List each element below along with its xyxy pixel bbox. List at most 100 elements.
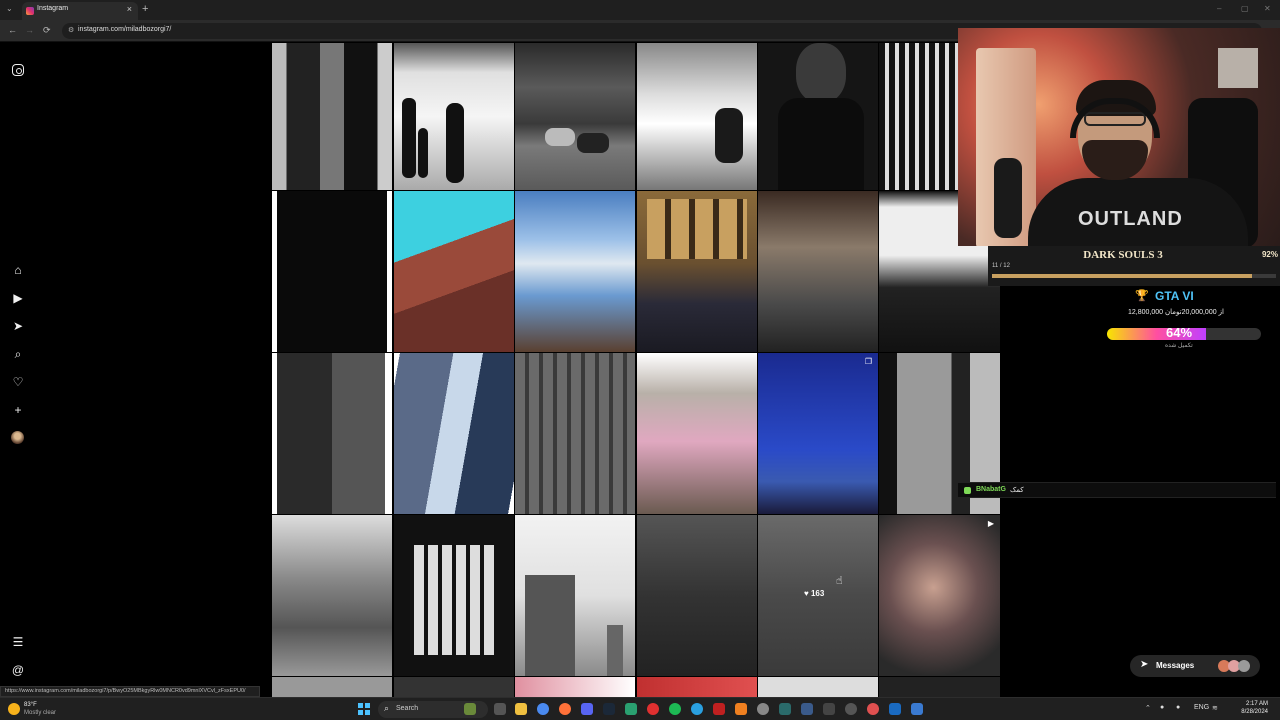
post-thumbnail[interactable] — [637, 191, 757, 352]
post-thumbnail[interactable]: ❐ — [758, 353, 878, 514]
reload-button[interactable]: ⟳ — [43, 25, 51, 36]
app-icon[interactable] — [625, 703, 637, 715]
app-icon[interactable] — [647, 703, 659, 715]
tray-mic-icon[interactable]: ● — [1176, 704, 1180, 711]
search-highlight-icon — [464, 703, 476, 715]
settings-icon[interactable] — [823, 703, 835, 715]
back-button[interactable]: ← — [8, 25, 17, 35]
app-icon[interactable] — [713, 703, 725, 715]
messages-label: Messages — [1156, 661, 1195, 670]
tray-chevron-icon[interactable]: ⌃ — [1145, 704, 1151, 712]
post-thumbnail[interactable] — [637, 43, 757, 190]
post-thumbnail[interactable] — [879, 677, 1000, 697]
threads-icon[interactable]: @ — [11, 663, 25, 677]
post-thumbnail[interactable] — [394, 677, 514, 697]
post-thumbnail[interactable] — [637, 677, 757, 697]
post-thumbnail[interactable] — [394, 43, 514, 190]
app-icon[interactable] — [867, 703, 879, 715]
direct-messages-icon[interactable]: ➤ — [11, 319, 25, 333]
app-icon[interactable] — [845, 703, 857, 715]
telegram-icon[interactable] — [691, 703, 703, 715]
webcam-overlay: OUTLAND — [958, 28, 1280, 246]
post-thumbnail[interactable] — [272, 677, 392, 697]
like-count: 163 — [810, 589, 825, 598]
post-thumbnail[interactable] — [272, 515, 392, 676]
clock-time: 2:17 AM — [1245, 701, 1268, 707]
game-progress-bar — [992, 274, 1276, 278]
app-icon[interactable] — [801, 703, 813, 715]
status-url: https://www.instagram.com/miladbozorgi7/… — [5, 688, 246, 694]
reel-icon: ▶ — [987, 519, 994, 528]
app-icon[interactable] — [779, 703, 791, 715]
streamer-beard — [1082, 140, 1148, 180]
instagram-logo-icon[interactable] — [12, 64, 24, 76]
spotify-icon[interactable] — [669, 703, 681, 715]
network-icon[interactable]: ≋ — [1212, 704, 1218, 712]
new-tab-button[interactable]: + — [142, 3, 148, 15]
app-icon[interactable] — [889, 703, 901, 715]
game-percent: 92% — [1261, 250, 1278, 259]
stream-chat-line: BNabatG کمک — [958, 482, 1276, 498]
post-thumbnail[interactable] — [758, 191, 878, 352]
weather-temp: 83°F — [24, 702, 37, 708]
reels-icon[interactable]: ▶ — [11, 291, 25, 305]
create-plus-icon[interactable]: + — [11, 403, 25, 417]
goal-percent: 64% — [1166, 325, 1193, 340]
close-window-button[interactable]: ✕ — [1264, 4, 1271, 13]
forward-button[interactable]: → — [25, 25, 34, 35]
language-indicator[interactable]: ENG — [1194, 704, 1209, 711]
post-thumbnail[interactable] — [515, 515, 635, 676]
tab-instagram[interactable]: Instagram × — [22, 2, 138, 20]
post-thumbnail[interactable] — [637, 515, 757, 676]
url-text: instagram.com/miladbozorgi7/ — [78, 26, 172, 33]
hover-like-count: ♥ 163 — [804, 589, 825, 598]
game-progress-overlay: DARK SOULS 3 92% 11 / 12 — [988, 246, 1280, 286]
firefox-icon[interactable] — [559, 703, 571, 715]
post-thumbnail[interactable] — [272, 43, 392, 190]
task-view-icon[interactable] — [494, 703, 506, 715]
app-icon[interactable] — [757, 703, 769, 715]
steam-icon[interactable] — [603, 703, 615, 715]
site-info-icon[interactable]: ⚙ — [68, 26, 74, 34]
post-thumbnail[interactable] — [272, 191, 392, 352]
tab-close-icon[interactable]: × — [127, 4, 132, 14]
profile-post-grid: ❐ ▶ — [272, 43, 1000, 697]
post-thumbnail[interactable] — [272, 353, 392, 514]
search-icon[interactable]: ⌕ — [11, 347, 25, 361]
goal-emoji-icon: 🏆 — [1135, 290, 1149, 302]
post-thumbnail[interactable] — [515, 191, 635, 352]
profile-avatar[interactable] — [11, 431, 24, 444]
start-windows-icon[interactable] — [358, 703, 370, 715]
messages-button[interactable]: ➤ Messages — [1130, 655, 1260, 677]
link-status-bar: https://www.instagram.com/miladbozorgi7/… — [0, 686, 260, 697]
discord-icon[interactable] — [581, 703, 593, 715]
post-thumbnail[interactable] — [758, 43, 878, 190]
shirt-text: OUTLAND — [1078, 208, 1183, 230]
app-icon[interactable] — [911, 703, 923, 715]
weather-desc: Mostly clear — [24, 710, 57, 716]
post-thumbnail[interactable] — [515, 677, 635, 697]
notifications-heart-icon[interactable]: ♡ — [11, 375, 25, 389]
tray-app-icon[interactable]: ● — [1160, 704, 1164, 711]
tab-search-icon[interactable]: ⌄ — [6, 4, 13, 13]
post-thumbnail[interactable] — [394, 191, 514, 352]
taskbar-clock[interactable]: 2:17 AM 8/28/2024 — [1226, 700, 1268, 716]
more-menu-icon[interactable]: ☰ — [11, 635, 25, 649]
file-explorer-icon[interactable] — [515, 703, 527, 715]
maximize-button[interactable]: ▢ — [1241, 4, 1249, 13]
minimize-button[interactable]: – — [1217, 4, 1221, 13]
chat-username: BNabatG — [976, 486, 1006, 493]
post-thumbnail[interactable] — [515, 43, 635, 190]
post-thumbnail[interactable] — [394, 353, 514, 514]
wall-poster — [1218, 48, 1258, 88]
app-icon[interactable] — [735, 703, 747, 715]
post-thumbnail[interactable]: ▶ — [879, 515, 1000, 676]
clock-date: 8/28/2024 — [1241, 709, 1268, 715]
post-thumbnail[interactable] — [394, 515, 514, 676]
post-thumbnail[interactable] — [758, 677, 878, 697]
mouse-cursor-icon: ☝ — [836, 575, 843, 587]
chrome-icon[interactable] — [537, 703, 549, 715]
post-thumbnail[interactable] — [637, 353, 757, 514]
home-icon[interactable]: ⌂ — [11, 263, 25, 277]
post-thumbnail[interactable] — [515, 353, 635, 514]
